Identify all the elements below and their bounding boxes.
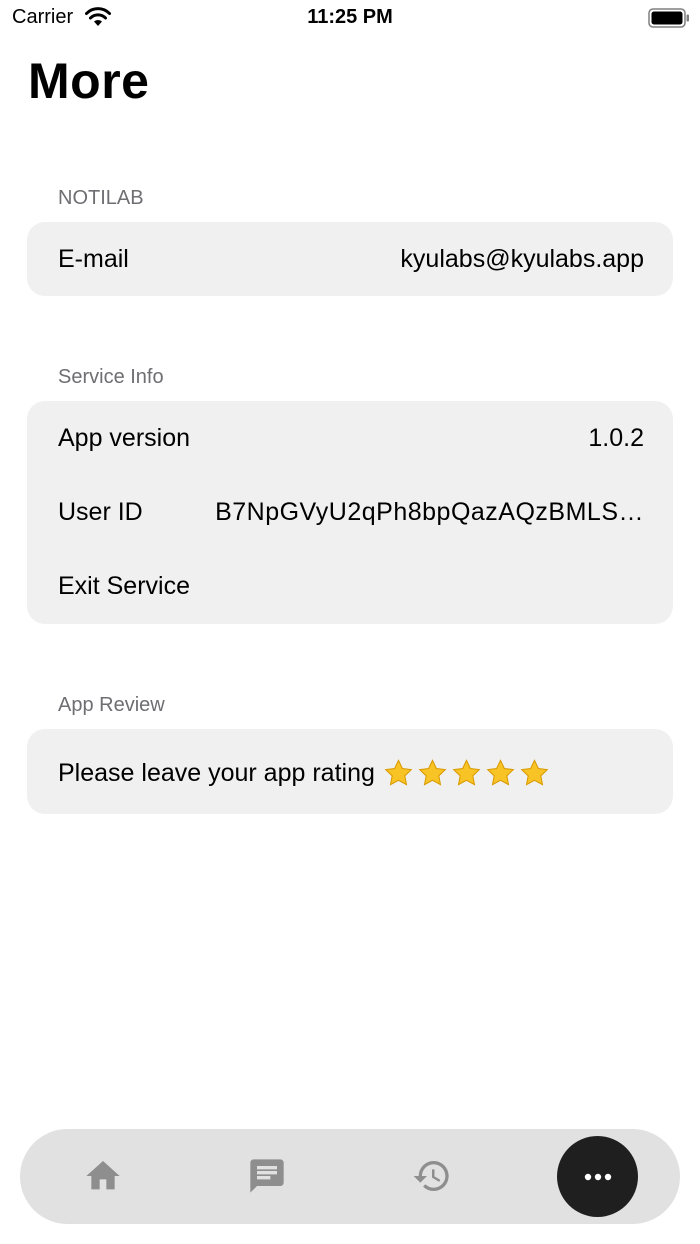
app-review-card: Please leave your app rating — [27, 729, 673, 814]
status-bar: Carrier 11:25 PM — [0, 0, 700, 36]
home-icon — [86, 1161, 120, 1190]
tab-history[interactable] — [408, 1152, 456, 1200]
app-version-value: 1.0.2 — [588, 423, 644, 452]
app-version-row: App version 1.0.2 — [58, 418, 644, 458]
app-rating-label: Please leave your app rating — [58, 758, 375, 787]
history-icon — [413, 1161, 449, 1191]
tab-more[interactable] — [557, 1136, 638, 1217]
clock: 11:25 PM — [307, 6, 393, 28]
star-icon — [486, 758, 515, 786]
app-rating-row[interactable]: Please leave your app rating — [58, 753, 644, 793]
star-icon — [418, 758, 447, 786]
email-row[interactable]: E-mail kyulabs@kyulabs.app — [58, 239, 644, 279]
message-icon — [250, 1159, 284, 1193]
page-title: More — [28, 53, 150, 109]
email-label: E-mail — [58, 244, 129, 273]
tab-messages[interactable] — [243, 1152, 291, 1200]
user-id-label: User ID — [58, 497, 143, 526]
email-value: kyulabs@kyulabs.app — [400, 244, 644, 273]
exit-service-row[interactable]: Exit Service — [58, 566, 644, 606]
bottom-tab-bar — [20, 1129, 680, 1224]
section-header-app-review: App Review — [58, 694, 165, 716]
more-screen: Carrier 11:25 PM More NOTILAB E-mail kyu… — [0, 0, 700, 1244]
service-info-card: App version 1.0.2 User ID B7NpGVyU2qPh8b… — [27, 401, 673, 624]
battery-icon — [648, 8, 689, 28]
app-version-label: App version — [58, 423, 191, 452]
user-id-value: B7NpGVyU2qPh8bpQazAQzBMLS… — [215, 497, 644, 526]
section-header-notilab: NOTILAB — [58, 187, 144, 209]
star-icon — [452, 758, 481, 786]
star-icon — [384, 758, 413, 786]
tab-home[interactable] — [79, 1152, 127, 1200]
star-icon — [520, 758, 549, 786]
more-icon — [584, 1173, 611, 1180]
user-id-row[interactable]: User ID B7NpGVyU2qPh8bpQazAQzBMLS… — [58, 492, 644, 532]
section-header-service-info: Service Info — [58, 366, 164, 388]
exit-service-label: Exit Service — [58, 571, 190, 600]
star-rating — [383, 758, 550, 789]
notilab-card: E-mail kyulabs@kyulabs.app — [27, 222, 673, 296]
